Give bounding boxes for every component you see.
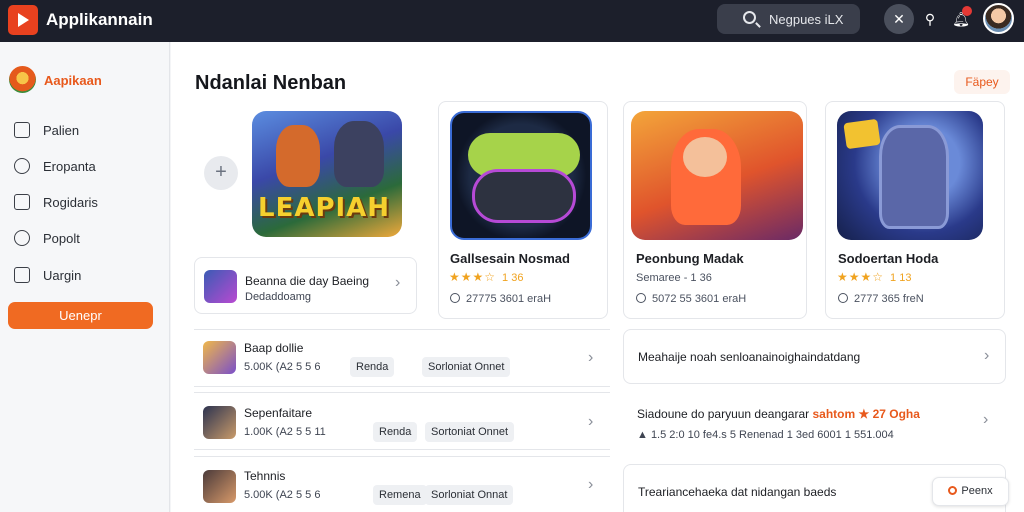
small-action-button[interactable]: Peenx (932, 477, 1009, 506)
info-card[interactable]: Meahaije noah senloanainoighaindatdang › (623, 329, 1006, 384)
row-subtitle: Dedaddoamg (245, 291, 312, 303)
game-logo-text: LEAPIAH (258, 193, 391, 223)
character-art (334, 121, 384, 187)
tag-pill[interactable]: Sortoniat Onnet (425, 422, 515, 442)
row-title: Sepenfaitare (244, 406, 313, 420)
row-meta: 5.00K (A2 5 5 6 (244, 489, 321, 501)
hero-art (631, 111, 803, 240)
tag-pill[interactable]: Sorloniat Onnet (422, 357, 511, 377)
gamepad-icon (472, 169, 576, 223)
clock-icon (450, 293, 460, 303)
info-text: Siadoune do paryuun deangarar sahtom ★ 2… (637, 407, 920, 421)
pin-icon[interactable]: ⚲ (915, 4, 945, 34)
tag-pill[interactable]: Sorloniat Onnat (425, 485, 514, 505)
chevron-right-icon: › (984, 347, 990, 364)
brand-name: Aapikaan (44, 73, 102, 88)
chevron-right-icon: › (983, 411, 989, 428)
info-text: Treariancehaeka dat nidangan baeds (638, 485, 837, 499)
list-item-highlight[interactable]: Beanna die day Baeing Dedaddoamg › (194, 257, 417, 314)
sidebar-item-eropanta[interactable]: Eropanta (0, 154, 170, 180)
card-title: Sodoertan Hoda (838, 251, 939, 266)
character-art (276, 125, 320, 187)
chevron-right-icon: › (395, 274, 401, 291)
sidebar-item-popolt[interactable]: Popolt (0, 226, 170, 252)
header-button[interactable]: Fäpey (954, 70, 1010, 94)
sidebar-item-rogidaris[interactable]: Rogidaris (0, 190, 170, 216)
robot-art (837, 111, 983, 240)
row-title: Beanna die day Baeing (245, 274, 370, 288)
square-icon (14, 122, 30, 138)
game-thumbnail (203, 341, 236, 374)
sidebar: Aapikaan Palien Eropanta Rogidaris Popol… (0, 42, 170, 512)
bookmark-icon (14, 230, 30, 246)
game-thumbnail (204, 270, 237, 303)
tag-pill[interactable]: Renda (373, 422, 418, 442)
chevron-right-icon: › (588, 476, 594, 493)
games-icon[interactable]: ✕ (884, 4, 914, 34)
character-art (879, 125, 949, 229)
clock-icon (636, 293, 646, 303)
sidebar-item-label: Palien (43, 123, 80, 138)
row-meta: 1.00K (A2 5 5 11 (244, 426, 326, 438)
info-subtext: ▲ 1.5 2:0 10 fe4.s 5 Renenad 1 3ed 6001 … (637, 429, 894, 441)
document-icon (14, 194, 30, 210)
featured-card-3[interactable]: Sodoertan Hoda ★★★☆ 1 13 2777 365 freN (825, 101, 1005, 319)
game-thumbnail (203, 406, 236, 439)
list-item[interactable]: Sepenfaitare 1.00K (A2 5 5 11 Renda Sort… (194, 392, 610, 450)
card-meta: 5072 55 3601 eraH (636, 293, 746, 305)
character-art (683, 137, 727, 177)
notification-badge (962, 6, 972, 16)
sidebar-item-label: Popolt (43, 231, 80, 246)
sidebar-item-label: Rogidaris (43, 195, 98, 210)
gamepad-art (450, 111, 592, 240)
page-title: Ndanlai Nenban (195, 72, 347, 94)
bell-icon[interactable]: 🔔︎ (946, 4, 976, 34)
featured-card-1[interactable]: Gallsesain Nosmad ★★★☆ 1 36 27775 3601 er… (438, 101, 608, 319)
row-meta: 5.00K (A2 5 5 6 (244, 361, 321, 373)
chevron-right-icon: › (588, 349, 594, 366)
card-meta: 27775 3601 eraH (450, 293, 551, 305)
sidebar-item-label: Eropanta (43, 159, 96, 174)
featured-card-2[interactable]: Peonbung Madak Semaree - 1 36 5072 55 36… (623, 101, 807, 319)
rating-stars: ★★★☆ 1 13 (837, 270, 912, 284)
tag-pill[interactable]: Remena (373, 485, 427, 505)
clock-icon (838, 293, 848, 303)
featured-game-art-1[interactable]: LEAPIAH (252, 111, 402, 237)
game-badge-art (843, 118, 881, 150)
top-bar: Applikannain Negpues iLX ✕ ⚲ 🔔︎ (0, 0, 1024, 42)
app-title: Applikannain (46, 10, 153, 29)
card-meta: 2777 365 freN (838, 293, 924, 305)
sidebar-item-label: Uargin (43, 268, 82, 283)
chevron-right-icon: › (588, 413, 594, 430)
tag-pill[interactable]: Renda (350, 357, 395, 377)
users-icon (14, 158, 30, 174)
main-content: Ndanlai Nenban Fäpey + LEAPIAH Gallsesai… (171, 42, 1024, 512)
row-title: Baap dollie (244, 341, 304, 355)
brand-icon (9, 66, 36, 93)
sidebar-item-palien[interactable]: Palien (0, 118, 170, 144)
sidebar-cta-button[interactable]: Uenepr (8, 302, 153, 329)
game-thumbnail (203, 470, 236, 503)
list-item[interactable]: Tehnnis 5.00K (A2 5 5 6 Remena Sorloniat… (194, 456, 610, 512)
sidebar-item-uargin[interactable]: Uargin (0, 263, 170, 289)
circle-icon (948, 486, 958, 495)
search-text: Negpues iLX (769, 12, 844, 27)
info-text: Meahaije noah senloanainoighaindatdang (638, 350, 861, 364)
app-logo-icon[interactable] (8, 5, 38, 35)
list-item[interactable]: Baap dollie 5.00K (A2 5 5 6 Renda Sorlon… (194, 329, 610, 387)
export-icon (14, 267, 30, 283)
search-bar[interactable]: Negpues iLX (717, 4, 860, 34)
card-rating: Semaree - 1 36 (636, 272, 712, 284)
add-button[interactable]: + (204, 156, 238, 190)
card-title: Peonbung Madak (636, 251, 744, 266)
search-icon (743, 11, 756, 24)
rating-stars: ★★★☆ 1 36 (449, 270, 524, 284)
row-title: Tehnnis (244, 469, 286, 483)
card-title: Gallsesain Nosmad (450, 251, 570, 266)
avatar[interactable] (983, 3, 1014, 34)
